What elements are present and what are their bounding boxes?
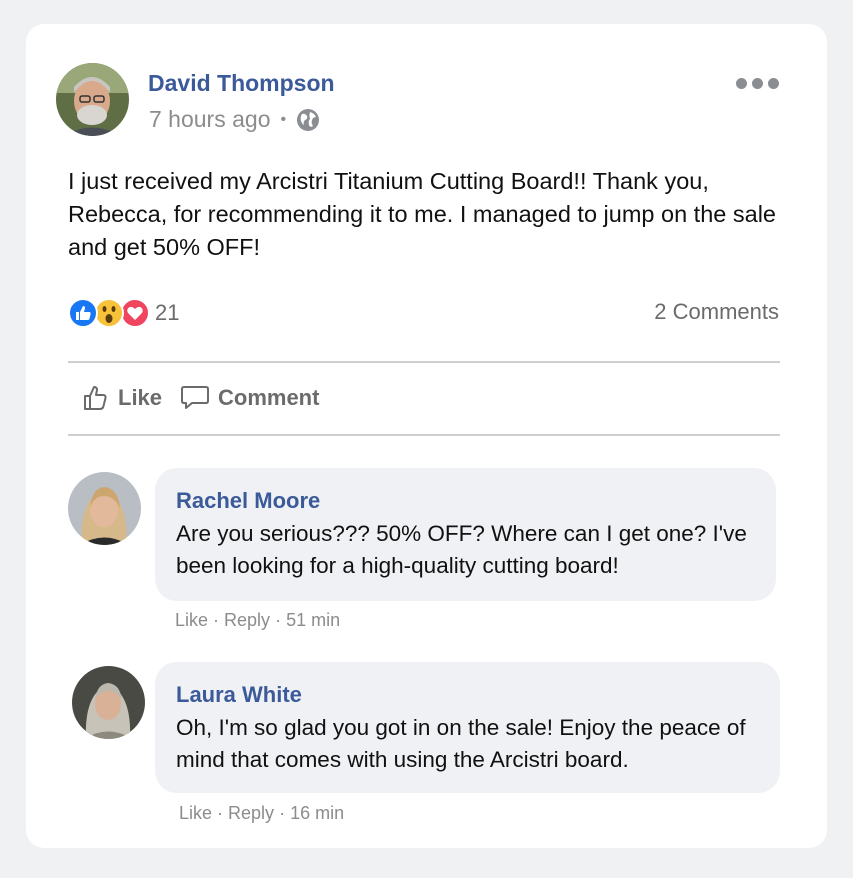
post-text: I just received my Arcistri Titanium Cut… [68,168,776,260]
comment-bubble: Rachel Moore Are you serious??? 50% OFF?… [155,468,776,601]
comment-text: Oh, I'm so glad you got in on the sale! … [176,715,746,772]
reactions-summary[interactable]: 21 [68,298,179,328]
commenter-avatar[interactable] [72,666,145,739]
speech-bubble-icon [180,384,210,412]
separator: · [208,610,225,630]
comment-actions: Like · Reply · 51 min [175,610,340,631]
like-button[interactable]: Like [82,384,162,412]
post-meta: 7 hours ago • [149,106,320,133]
post-time[interactable]: 7 hours ago [149,106,270,133]
globe-icon [296,108,320,132]
wow-reaction-icon [94,298,124,328]
comment-actions: Like · Reply · 16 min [179,803,344,824]
like-reaction-icon [68,298,98,328]
comment-text: Are you serious??? 50% OFF? Where can I … [176,521,747,578]
comments-count[interactable]: 2 Comments [654,299,779,325]
divider-top [68,361,780,363]
love-reaction-icon [120,298,150,328]
comment-time: 51 min [286,610,341,630]
commenter-avatar[interactable] [68,472,141,545]
reaction-count: 21 [155,300,180,325]
separator: · [270,610,287,630]
comment-like-link[interactable]: Like [179,803,212,823]
thumbs-up-icon [82,384,110,412]
divider-bottom [68,434,780,436]
like-label: Like [118,385,163,410]
separator: · [274,803,291,823]
commenter-name[interactable]: Rachel Moore [176,488,320,514]
separator: · [212,803,229,823]
comment-label: Comment [218,385,320,410]
comment-reply-link[interactable]: Reply [228,803,274,823]
commenter-name[interactable]: Laura White [176,682,302,708]
comment-time: 16 min [290,803,345,823]
comment-bubble: Laura White Oh, I'm so glad you got in o… [155,662,780,793]
meta-separator: • [280,110,287,128]
comment-like-link[interactable]: Like [175,610,208,630]
more-options-icon[interactable] [736,78,779,89]
author-avatar[interactable] [56,63,129,136]
author-name[interactable]: David Thompson [148,70,335,97]
comment-reply-link[interactable]: Reply [224,610,270,630]
post-card: David Thompson 7 hours ago • I just rece… [26,24,827,848]
comment-button[interactable]: Comment [180,384,319,412]
